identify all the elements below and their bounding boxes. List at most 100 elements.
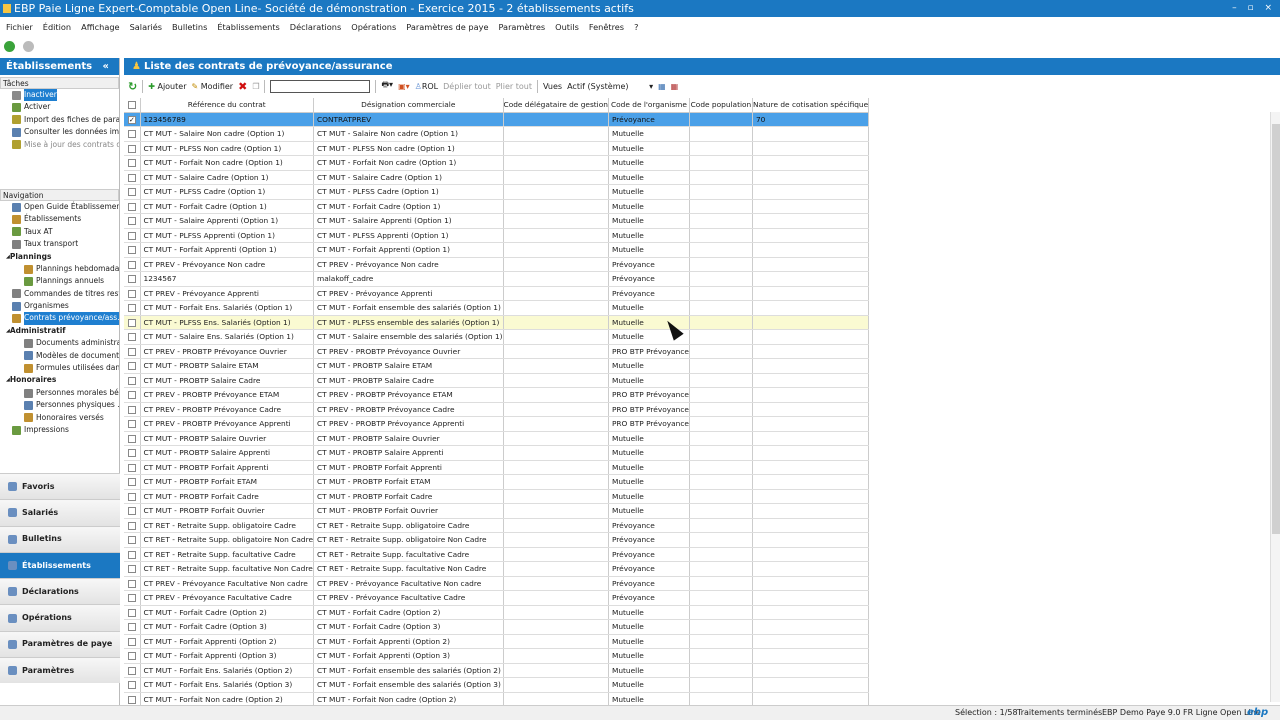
column-chooser-icon[interactable]: ▦	[658, 82, 666, 91]
module-button[interactable]: Paramètres de paye	[0, 630, 120, 658]
table-row[interactable]: CT MUT - PROBTP Salaire Apprenti CT MUT -…	[124, 445, 870, 461]
table-row[interactable]: CT MUT - Salaire Cadre (Option 1) CT MUT …	[124, 170, 870, 185]
row-checkbox[interactable]	[124, 576, 141, 591]
delete-icon[interactable]: ✖	[238, 80, 247, 93]
table-row[interactable]: CT MUT - Forfait Non cadre (Option 2) CT …	[124, 692, 870, 705]
module-button[interactable]: Paramètres	[0, 657, 120, 684]
table-row[interactable]: CT MUT - Forfait Apprenti (Option 1) CT M…	[124, 242, 870, 258]
vertical-scrollbar[interactable]	[1270, 112, 1280, 702]
column-header[interactable]: Désignation commerciale	[313, 98, 504, 113]
row-checkbox[interactable]	[124, 402, 141, 417]
nav-item[interactable]: Établissements	[0, 213, 119, 225]
nav-item[interactable]: Plannings hebdomadai...	[0, 263, 119, 275]
table-row[interactable]: CT MUT - Forfait Cadre (Option 2) CT MUT …	[124, 605, 870, 620]
table-row[interactable]: CT PREV - Prévoyance Facultative Non cad…	[124, 576, 870, 591]
row-checkbox[interactable]: ✓	[124, 112, 141, 127]
row-checkbox[interactable]	[124, 387, 141, 403]
menu-item-3[interactable]: Salariés	[130, 22, 162, 32]
table-row[interactable]: CT RET - Retraite Supp. obligatoire Non …	[124, 532, 870, 548]
nav-item[interactable]: Personnes morales bé...	[0, 387, 119, 399]
table-row[interactable]: CT PREV - Prévoyance Non cadre CT PREV - …	[124, 257, 870, 272]
table-row[interactable]: CT PREV - PROBTP Prévoyance Ouvrier CT PR…	[124, 344, 870, 359]
nav-item[interactable]: Honoraires versés	[0, 412, 119, 424]
task-item[interactable]: Mise à jour des contrats d...	[0, 139, 119, 151]
nav-item[interactable]: ◢ Administratif	[0, 325, 119, 337]
row-checkbox[interactable]	[124, 605, 141, 620]
menu-item-1[interactable]: Édition	[43, 22, 71, 32]
table-row[interactable]: CT MUT - PROBTP Salaire Ouvrier CT MUT - …	[124, 431, 870, 446]
row-checkbox[interactable]	[124, 315, 141, 330]
copy-icon[interactable]: ❐	[252, 82, 259, 91]
search-input[interactable]	[270, 79, 371, 93]
table-row[interactable]: CT MUT - Salaire Non cadre (Option 1) CT …	[124, 126, 870, 142]
table-row[interactable]: CT RET - Retraite Supp. facultative Cadr…	[124, 547, 870, 562]
module-button[interactable]: Opérations	[0, 604, 120, 631]
row-checkbox[interactable]	[124, 213, 141, 229]
menu-item-0[interactable]: Fichier	[6, 22, 33, 32]
scroll-thumb[interactable]	[1272, 124, 1280, 534]
row-checkbox[interactable]	[124, 445, 141, 461]
row-checkbox[interactable]	[124, 170, 141, 185]
row-checkbox[interactable]	[124, 286, 141, 301]
row-checkbox[interactable]	[124, 518, 141, 533]
row-checkbox[interactable]	[124, 663, 141, 678]
menu-item-7[interactable]: Opérations	[351, 22, 396, 32]
table-row[interactable]: CT PREV - Prévoyance Apprenti CT PREV - P…	[124, 286, 870, 301]
expand-all-button[interactable]: Déplier tout	[443, 82, 491, 91]
row-checkbox[interactable]	[124, 228, 141, 243]
row-checkbox[interactable]	[124, 634, 141, 649]
row-checkbox[interactable]	[124, 155, 141, 171]
table-row[interactable]: CT MUT - PROBTP Forfait Apprenti CT MUT -…	[124, 460, 870, 475]
table-row[interactable]: CT RET - Retraite Supp. obligatoire Cadr…	[124, 518, 870, 533]
menu-item-2[interactable]: Affichage	[81, 22, 119, 32]
table-row[interactable]: CT RET - Retraite Supp. facultative Non …	[124, 561, 870, 577]
row-checkbox[interactable]	[124, 474, 141, 490]
row-checkbox[interactable]	[124, 677, 141, 693]
menu-item-9[interactable]: Paramètres	[498, 22, 545, 32]
row-checkbox[interactable]	[124, 532, 141, 548]
forward-icon[interactable]	[23, 40, 34, 52]
table-row[interactable]: CT MUT - PROBTP Forfait ETAM CT MUT - PRO…	[124, 474, 870, 490]
row-checkbox[interactable]	[124, 431, 141, 446]
nav-item[interactable]: Taux AT	[0, 226, 119, 238]
menu-item-4[interactable]: Bulletins	[172, 22, 207, 32]
row-checkbox[interactable]	[124, 373, 141, 388]
row-checkbox[interactable]	[124, 126, 141, 142]
row-checkbox[interactable]	[124, 648, 141, 664]
table-row[interactable]: CT MUT - PLFSS Ens. Salariés (Option 1) C…	[124, 315, 870, 330]
table-row[interactable]: CT MUT - PLFSS Cadre (Option 1) CT MUT - …	[124, 184, 870, 200]
refresh-icon[interactable]: ↻	[128, 80, 137, 93]
column-header[interactable]: Référence du contrat	[140, 98, 315, 113]
table-row[interactable]: CT MUT - PLFSS Non cadre (Option 1) CT MU…	[124, 141, 870, 156]
table-row[interactable]: CT MUT - PROBTP Forfait Cadre CT MUT - PR…	[124, 489, 870, 504]
task-item[interactable]: Import des fiches de para...	[0, 114, 119, 126]
table-row[interactable]: CT MUT - Forfait Ens. Salariés (Option 1…	[124, 300, 870, 316]
export-icon[interactable]: ▣▾	[398, 82, 410, 91]
task-item[interactable]: Activer	[0, 101, 119, 113]
module-button[interactable]: Favoris	[0, 473, 120, 500]
module-button[interactable]: Déclarations	[0, 578, 120, 605]
nav-item[interactable]: Formules utilisées dan...	[0, 362, 119, 374]
menu-item-5[interactable]: Établissements	[217, 22, 279, 32]
row-checkbox[interactable]	[124, 344, 141, 359]
row-checkbox[interactable]	[124, 460, 141, 475]
table-row[interactable]: CT MUT - PLFSS Apprenti (Option 1) CT MUT…	[124, 228, 870, 243]
table-row[interactable]: CT MUT - Salaire Apprenti (Option 1) CT M…	[124, 213, 870, 229]
collapse-all-button[interactable]: Plier tout	[496, 82, 532, 91]
table-row[interactable]: CT MUT - PROBTP Salaire ETAM CT MUT - PRO…	[124, 358, 870, 374]
edit-button[interactable]: ✎ Modifier	[191, 82, 233, 91]
menu-item-8[interactable]: Paramètres de paye	[406, 22, 488, 32]
collapse-button[interactable]: «	[103, 58, 109, 75]
row-checkbox[interactable]	[124, 561, 141, 577]
table-row[interactable]: CT MUT - Forfait Apprenti (Option 3) CT M…	[124, 648, 870, 664]
row-checkbox[interactable]	[124, 184, 141, 200]
rol-button[interactable]: ♙ROL	[415, 82, 438, 91]
nav-item[interactable]: Contrats prévoyance/ass...	[0, 312, 119, 325]
table-row[interactable]: CT MUT - Forfait Cadre (Option 1) CT MUT …	[124, 199, 870, 214]
module-button[interactable]: Bulletins	[0, 525, 120, 552]
table-row[interactable]: CT MUT - Forfait Non cadre (Option 1) CT …	[124, 155, 870, 171]
table-row[interactable]: CT PREV - PROBTP Prévoyance Apprenti CT P…	[124, 416, 870, 432]
task-item[interactable]: Inactiver	[0, 89, 119, 102]
column-header[interactable]: Code de l'organisme	[608, 98, 690, 113]
table-row[interactable]: CT MUT - Forfait Ens. Salariés (Option 2…	[124, 663, 870, 678]
